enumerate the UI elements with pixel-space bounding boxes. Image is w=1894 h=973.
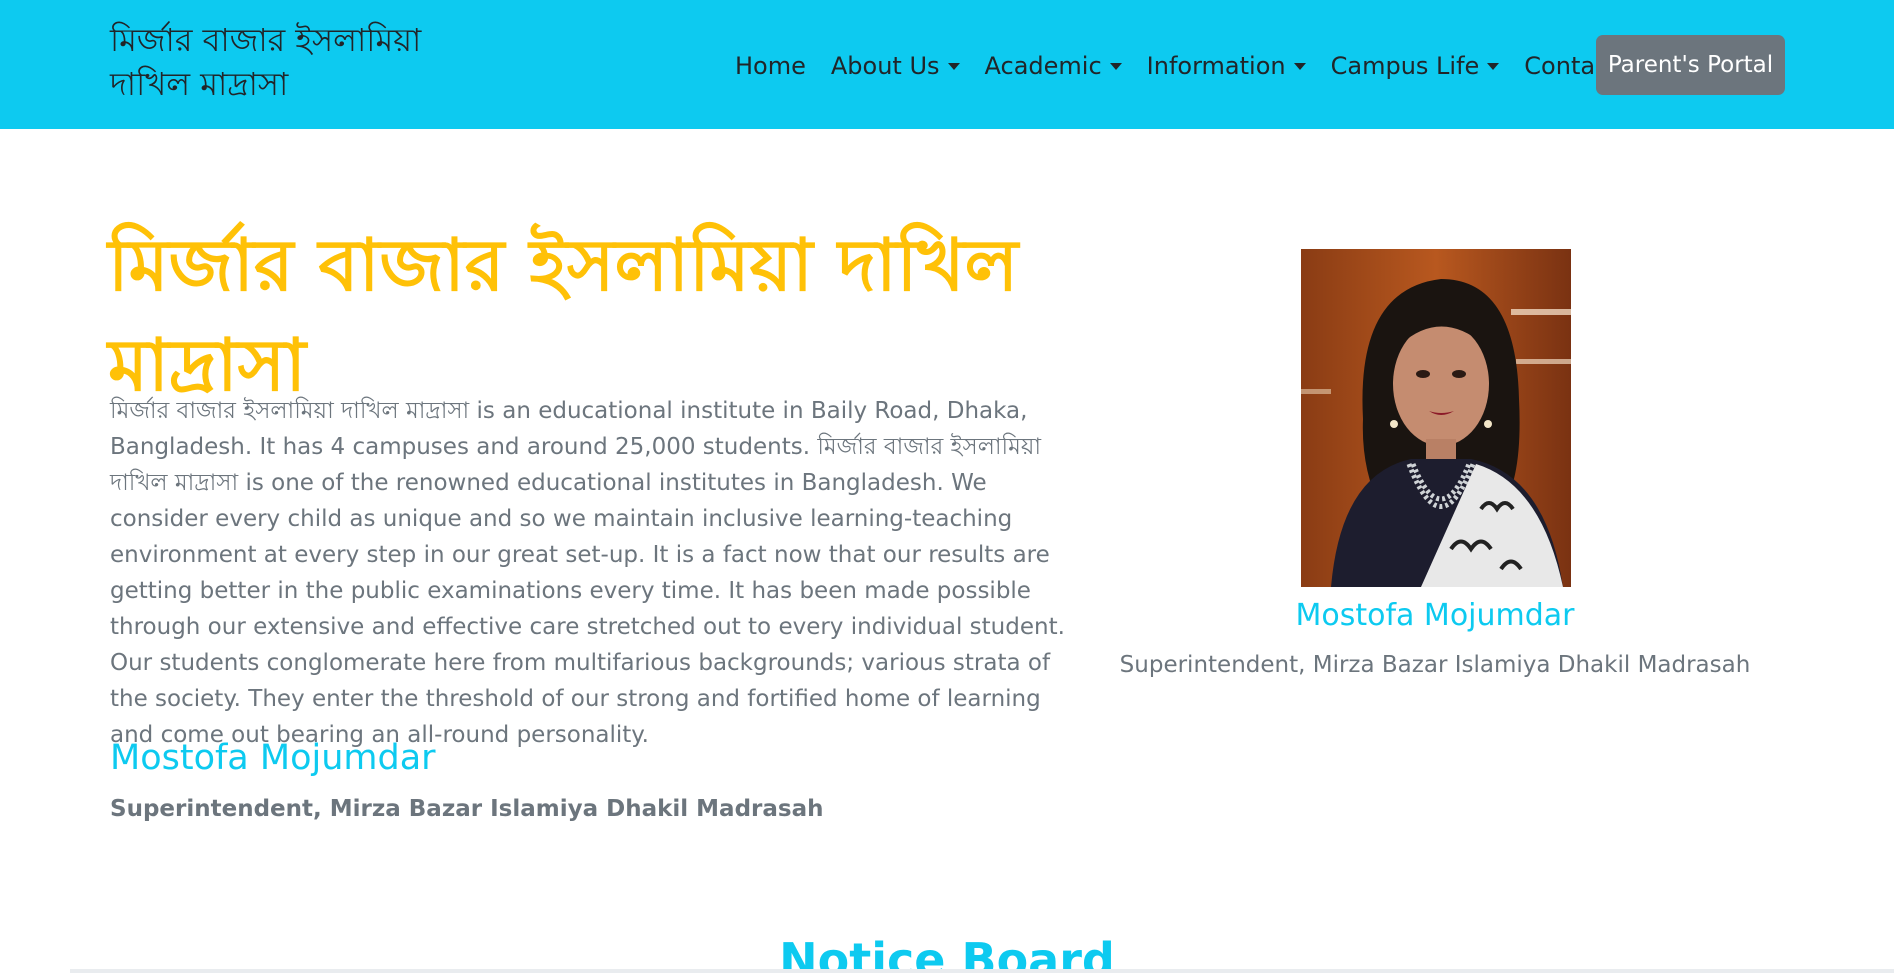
caret-down-icon xyxy=(1109,62,1122,70)
profile-role: Superintendent, Mirza Bazar Islamiya Dha… xyxy=(1119,652,1751,678)
parents-portal-button[interactable]: Parent's Portal xyxy=(1596,35,1785,95)
nav-item-label: Academic xyxy=(984,52,1102,80)
scrollbar-track xyxy=(70,969,1894,973)
nav-item-label: Campus Life xyxy=(1330,52,1480,80)
navbar: মির্জার বাজার ইসলামিয়া দাখিল মাদ্রাসা H… xyxy=(0,0,1894,129)
caret-down-icon xyxy=(1293,62,1306,70)
nav-item-information[interactable]: Information xyxy=(1147,52,1306,80)
nav-item-academic[interactable]: Academic xyxy=(985,52,1122,80)
nav-item-campus-life[interactable]: Campus Life xyxy=(1331,52,1500,80)
caret-down-icon xyxy=(947,62,960,70)
superintendent-photo xyxy=(1301,249,1571,587)
hero-description: মির্জার বাজার ইসলামিয়া দাখিল মাদ্রাসা i… xyxy=(110,398,1065,748)
nav-item-about-us[interactable]: About Us xyxy=(831,52,960,80)
nav-item-home[interactable]: Home xyxy=(735,52,806,80)
nav-item-label: About Us xyxy=(830,52,940,80)
nav-menu: Home About Us Academic Information Campu… xyxy=(735,35,1643,97)
caret-down-icon xyxy=(1487,62,1500,70)
brand-link[interactable]: মির্জার বাজার ইসলামিয়া দাখিল মাদ্রাসা xyxy=(110,18,450,106)
signature-role: Superintendent, Mirza Bazar Islamiya Dha… xyxy=(110,796,824,822)
profile-name: Mostofa Mojumdar xyxy=(1295,598,1575,633)
notice-board-title: Notice Board xyxy=(779,933,1115,973)
signature-name: Mostofa Mojumdar xyxy=(110,738,436,778)
hero-title: মির্জার বাজার ইসলামিয়া দাখিল মাদ্রাসা xyxy=(108,223,1019,407)
nav-item-label: Home xyxy=(735,52,806,80)
nav-item-label: Information xyxy=(1146,52,1286,80)
